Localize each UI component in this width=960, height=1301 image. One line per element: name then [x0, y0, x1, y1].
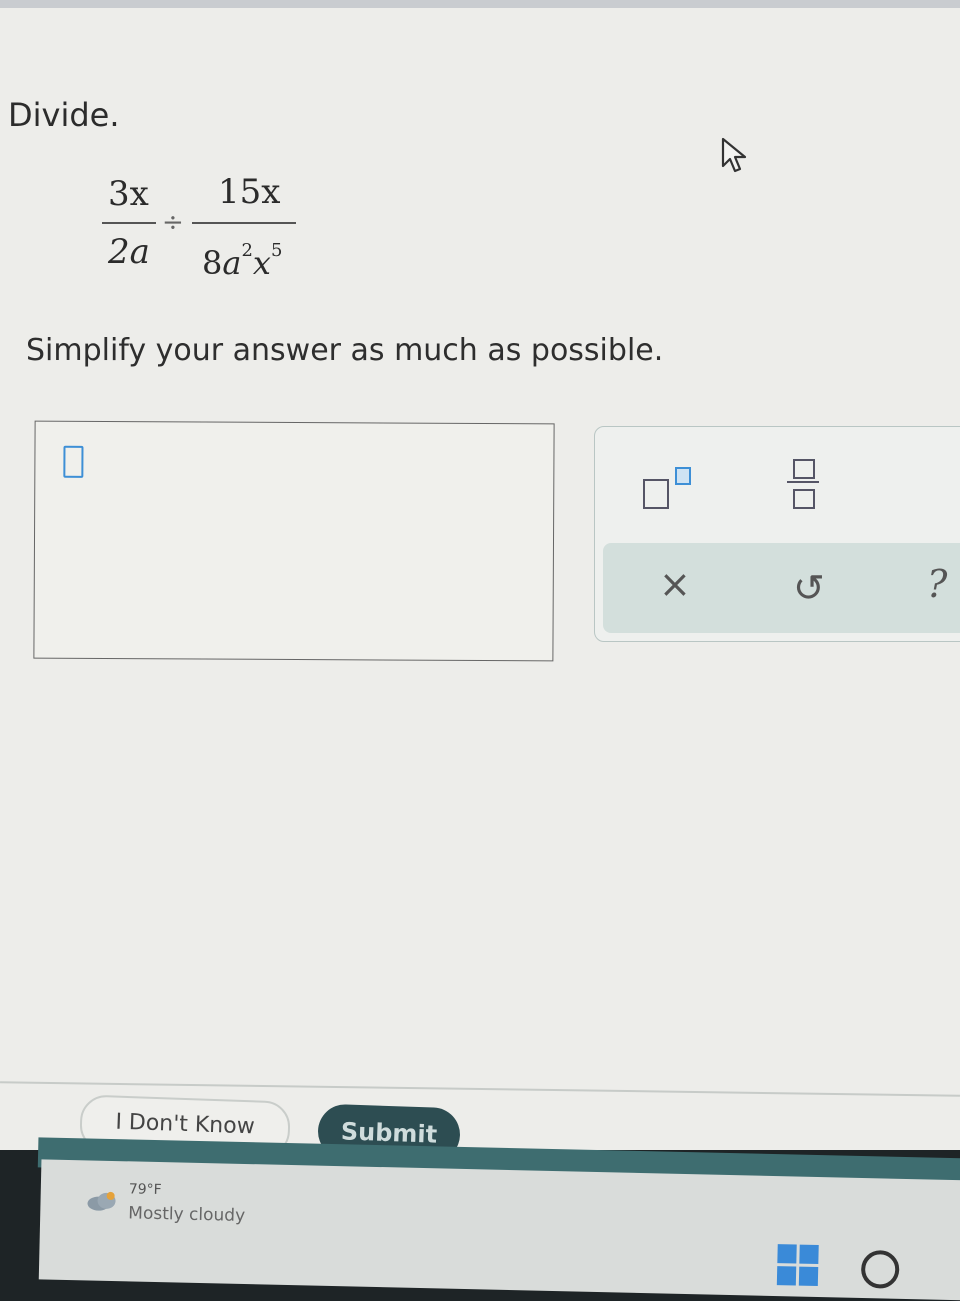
taskbar: 79°F Mostly cloudy — [38, 1159, 960, 1301]
windows-start-icon[interactable] — [776, 1244, 820, 1287]
input-cursor-slot[interactable] — [63, 445, 84, 478]
fraction-2-denominator: 8a2x5 — [202, 240, 282, 282]
palette-templates-row — [595, 427, 960, 543]
math-palette: × ↺ ? — [594, 426, 960, 642]
denominator-exp-a: 2 — [241, 240, 253, 261]
denominator-var-x: x — [252, 244, 271, 282]
top-bar — [0, 0, 960, 8]
answer-input[interactable] — [33, 420, 555, 662]
divide-operator: ÷ — [162, 208, 184, 238]
mouse-pointer-icon — [721, 137, 747, 173]
weather-temperature[interactable]: 79°F — [129, 1181, 162, 1198]
footer-divider — [0, 1081, 960, 1097]
superscript-icon[interactable] — [643, 467, 703, 509]
fraction-top-box — [793, 459, 815, 479]
fraction-2-bar — [192, 222, 296, 224]
weather-description[interactable]: Mostly cloudy — [128, 1203, 245, 1226]
fraction-1-bar — [102, 222, 156, 224]
denominator-exp-x: 5 — [270, 240, 283, 261]
superscript-base-box — [643, 479, 669, 509]
search-icon[interactable] — [860, 1249, 900, 1289]
palette-actions-row: × ↺ ? — [603, 543, 960, 633]
division-expression: 3x 2a ÷ 15x 8a2x5 — [100, 170, 320, 290]
denominator-coefficient: 8 — [202, 244, 223, 282]
fraction-2-numerator: 15x — [218, 172, 281, 212]
instruction-text: Simplify your answer as much as possible… — [26, 333, 664, 368]
fraction-1-numerator: 3x — [108, 174, 149, 214]
question-prompt: Divide. — [8, 96, 120, 134]
undo-icon[interactable]: ↺ — [793, 569, 825, 607]
cloud-icon[interactable] — [84, 1188, 121, 1213]
fraction-1-denominator: 2a — [108, 232, 150, 272]
clear-icon[interactable]: × — [659, 565, 691, 603]
fraction-line — [787, 481, 819, 483]
screen: Divide. 3x 2a ÷ 15x 8a2x5 Simplify your … — [0, 0, 960, 1163]
denominator-var-a: a — [222, 244, 242, 282]
superscript-exponent-box — [675, 467, 691, 485]
help-icon[interactable]: ? — [927, 565, 947, 603]
fraction-bottom-box — [793, 489, 815, 509]
fraction-icon[interactable] — [787, 457, 823, 513]
